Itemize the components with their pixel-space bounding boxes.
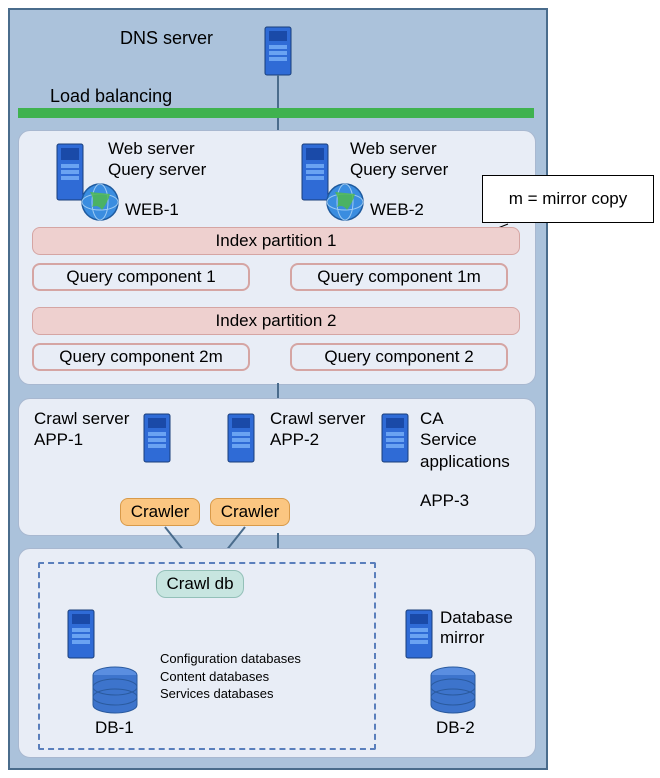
app-server-icon <box>142 412 172 469</box>
globe-icon <box>80 182 120 227</box>
connector-line <box>277 75 279 108</box>
app2-label: Crawl server APP-2 <box>270 408 365 451</box>
db1-name: DB-1 <box>95 718 134 738</box>
load-balancing-bar <box>18 108 534 118</box>
app3-label: CA Service applications <box>420 408 510 472</box>
db2-name: DB-2 <box>436 718 475 738</box>
web1-role-label: Web server Query server <box>108 138 206 181</box>
db-mirror-label: Database mirror <box>440 608 520 649</box>
db-server-icon <box>404 608 434 665</box>
web2-role-label: Web server Query server <box>350 138 448 181</box>
db-content-list: Configuration databases Content database… <box>160 650 301 703</box>
crawl-db: Crawl db <box>156 570 244 598</box>
index-partition-2: Index partition 2 <box>32 307 520 335</box>
database-cylinder-icon <box>90 665 140 720</box>
web1-name: WEB-1 <box>125 200 179 220</box>
app1-label: Crawl server APP-1 <box>34 408 129 451</box>
index-partition-1: Index partition 1 <box>32 227 520 255</box>
db-server-icon <box>66 608 96 665</box>
app-server-icon <box>380 412 410 469</box>
crawler-1: Crawler <box>120 498 200 526</box>
load-balancing-label: Load balancing <box>50 86 172 107</box>
crawler-2: Crawler <box>210 498 290 526</box>
web2-name: WEB-2 <box>370 200 424 220</box>
app-server-icon <box>226 412 256 469</box>
app3-name: APP-3 <box>420 490 469 511</box>
globe-icon <box>325 182 365 227</box>
mirror-callout: m = mirror copy <box>482 175 654 223</box>
query-component-2m: Query component 2m <box>32 343 250 371</box>
diagram-canvas: DNS server Load balancing Web server Que… <box>0 0 660 778</box>
query-component-1m: Query component 1m <box>290 263 508 291</box>
query-component-2: Query component 2 <box>290 343 508 371</box>
query-component-1: Query component 1 <box>32 263 250 291</box>
database-cylinder-icon <box>428 665 478 720</box>
dns-label: DNS server <box>120 28 213 49</box>
dns-server-icon <box>263 25 293 82</box>
